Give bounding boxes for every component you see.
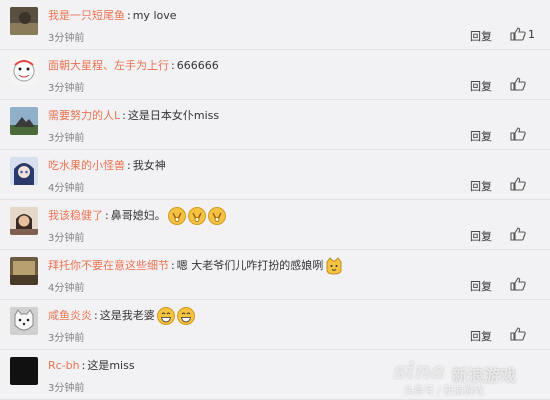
comment-list: 我是一只短尾鱼: my love 3分钟前 回复 1 面朝大星程、左手为上行:66… — [0, 0, 550, 400]
comment-text: 这是我老婆 — [99, 309, 155, 322]
colon: : — [171, 259, 175, 272]
comment-username[interactable]: 吃水果的小怪兽 — [48, 158, 125, 174]
comment-item: 面朝大星程、左手为上行:666666 3分钟前 回复 — [0, 50, 550, 100]
comment-time: 3分钟前 — [48, 133, 85, 144]
comment-username[interactable]: 面朝大星程、左手为上行 — [48, 58, 169, 74]
grin-emoji — [176, 307, 195, 325]
comment-line: Rc-bh: 这是miss — [48, 358, 135, 374]
comment-item: 拜托你不要在意这些细节: 嗯 大老爷们儿咋打扮的感娘咧 4分钟前 回复 — [0, 250, 550, 300]
comment-item: 需要努力的人L: 这是日本女仆miss 3分钟前 回复 — [0, 100, 550, 150]
avatar[interactable] — [10, 7, 38, 35]
clap-emoji — [207, 207, 226, 225]
colon: : — [94, 309, 98, 322]
comment-time: 3分钟前 — [48, 83, 85, 94]
reply-button[interactable]: 回复 — [470, 128, 492, 144]
comment-text: 嗯 大老爷们儿咋打扮的感娘咧 — [176, 259, 324, 272]
thumbs-up-icon[interactable] — [510, 27, 526, 41]
comment-text: 鼻哥媳妇。 — [110, 209, 166, 222]
thumbs-up-icon[interactable] — [510, 327, 526, 341]
comment-time: 4分钟前 — [48, 283, 85, 294]
avatar[interactable] — [10, 207, 38, 235]
avatar-image — [10, 257, 38, 285]
comment-text: 666666 — [176, 59, 219, 72]
comment-time: 3分钟前 — [48, 33, 85, 44]
clap-emoji — [167, 207, 186, 225]
comment-item: 吃水果的小怪兽: 我女神 4分钟前 回复 — [0, 150, 550, 200]
comment-line: 需要努力的人L: 这是日本女仆miss — [48, 108, 219, 124]
comment-time: 4分钟前 — [48, 183, 85, 194]
comment-username[interactable]: 我该稳健了 — [48, 208, 103, 224]
comment-time: 3分钟前 — [48, 333, 85, 344]
watermark-logo: sina — [394, 358, 445, 384]
comment-text: 这是日本女仆miss — [127, 109, 220, 122]
comment-username[interactable]: 需要努力的人L — [48, 108, 120, 124]
thumbs-up-icon[interactable] — [510, 277, 526, 291]
comment-line: 面朝大星程、左手为上行:666666 — [48, 58, 219, 74]
comment-line: 咸鱼炎炎: 这是我老婆 — [48, 307, 195, 325]
avatar-image — [10, 7, 38, 35]
comment-text: 我女神 — [132, 159, 166, 172]
avatar-image — [10, 207, 38, 235]
comment-line: 我该稳健了: 鼻哥媳妇。 — [48, 207, 226, 225]
grin-emoji — [156, 307, 175, 325]
comment-line: 吃水果的小怪兽: 我女神 — [48, 158, 166, 174]
comment-time: 3分钟前 — [48, 383, 85, 394]
reply-button[interactable]: 回复 — [470, 178, 492, 194]
comment-item: 我该稳健了: 鼻哥媳妇。 3分钟前 回复 — [0, 200, 550, 250]
comment-username[interactable]: 咸鱼炎炎 — [48, 308, 92, 324]
colon: : — [127, 159, 131, 172]
cat-emoji — [326, 257, 342, 275]
colon: : — [171, 59, 175, 72]
avatar-image — [10, 57, 38, 85]
avatar[interactable] — [10, 357, 38, 385]
comment-item: 我是一只短尾鱼: my love 3分钟前 回复 1 — [0, 0, 550, 50]
clap-emoji — [187, 207, 206, 225]
thumbs-up-icon[interactable] — [510, 227, 526, 241]
avatar-image — [10, 307, 38, 335]
avatar-image — [10, 107, 38, 135]
reply-button[interactable]: 回复 — [470, 78, 492, 94]
avatar[interactable] — [10, 107, 38, 135]
reply-button[interactable]: 回复 — [470, 228, 492, 244]
avatar[interactable] — [10, 157, 38, 185]
comment-username[interactable]: 拜托你不要在意这些细节 — [48, 258, 169, 274]
colon: : — [81, 359, 86, 372]
comment-time: 3分钟前 — [48, 233, 85, 244]
reply-button[interactable]: 回复 — [470, 328, 492, 344]
comment-text: 这是miss — [87, 359, 135, 372]
comment-username[interactable]: Rc-bh — [48, 358, 80, 374]
thumbs-up-icon[interactable] — [510, 177, 526, 191]
avatar[interactable] — [10, 257, 38, 285]
comment-text: my love — [132, 9, 177, 22]
avatar[interactable] — [10, 307, 38, 335]
avatar[interactable] — [10, 57, 38, 85]
comment-line: 我是一只短尾鱼: my love — [48, 8, 177, 24]
like-count: 1 — [528, 28, 535, 41]
reply-button[interactable]: 回复 — [470, 28, 492, 44]
avatar-image — [10, 357, 38, 385]
avatar-image — [10, 157, 38, 185]
sina-games-watermark: sina 新浪游戏 头条号 / 新浪游戏 — [392, 356, 542, 397]
comment-item: 咸鱼炎炎: 这是我老婆 3分钟前 回复 — [0, 300, 550, 350]
comment-line: 拜托你不要在意这些细节: 嗯 大老爷们儿咋打扮的感娘咧 — [48, 257, 343, 275]
colon: : — [127, 9, 131, 22]
watermark-subtitle: 头条号 / 新浪游戏 — [404, 386, 484, 397]
colon: : — [105, 209, 109, 222]
colon: : — [122, 109, 126, 122]
comment-username[interactable]: 我是一只短尾鱼 — [48, 8, 125, 24]
reply-button[interactable]: 回复 — [470, 278, 492, 294]
thumbs-up-icon[interactable] — [510, 77, 526, 91]
thumbs-up-icon[interactable] — [510, 127, 526, 141]
